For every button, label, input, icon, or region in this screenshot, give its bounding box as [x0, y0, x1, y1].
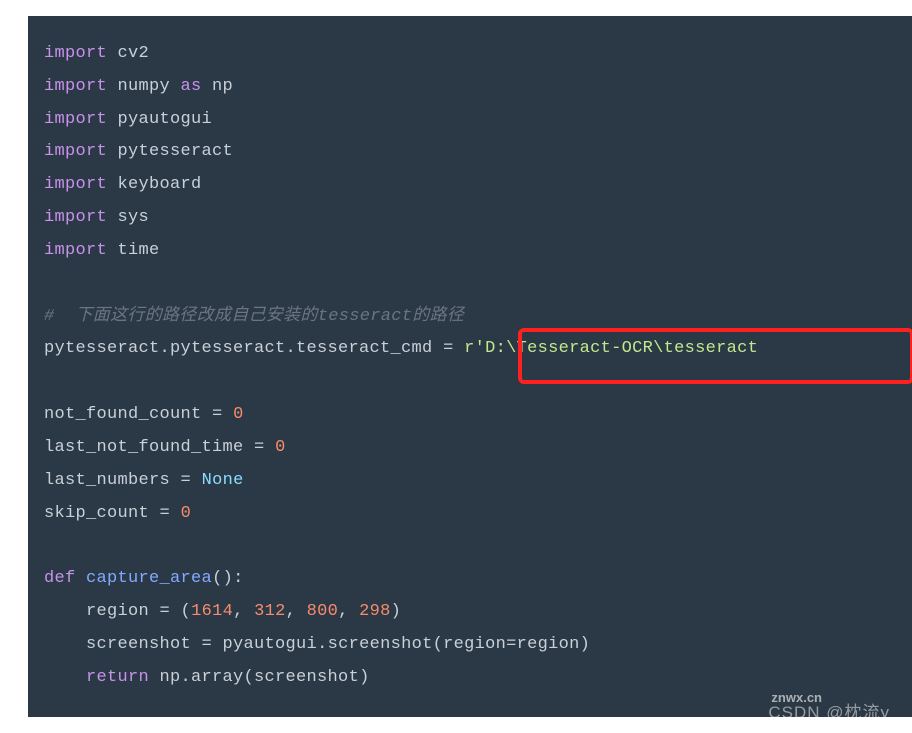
- code-line: # 下面这行的路径改成自己安装的tesseract的路径: [44, 301, 896, 334]
- string-prefix: r: [464, 339, 475, 358]
- module-name: numpy: [107, 77, 181, 96]
- code-line: last_numbers = None: [44, 465, 896, 498]
- comment-text: # 下面这行的路径改成自己安装的tesseract的路径: [44, 307, 464, 326]
- operator: =: [202, 635, 213, 654]
- operator: =: [181, 471, 192, 490]
- operator: =: [506, 635, 517, 654]
- keyword-import: import: [44, 44, 107, 63]
- constant-none: None: [202, 471, 244, 490]
- identifier: pytesseract.pytesseract.tesseract_cmd: [44, 339, 443, 358]
- code-line: not_found_count = 0: [44, 399, 896, 432]
- keyword-import: import: [44, 142, 107, 161]
- watermark-author: CSDN @枕流y: [768, 698, 890, 723]
- module-name: keyboard: [107, 175, 202, 194]
- code-line: region = (1614, 312, 800, 298): [44, 596, 896, 629]
- keyword-import: import: [44, 77, 107, 96]
- code-line: last_not_found_time = 0: [44, 432, 896, 465]
- number-literal: 0: [275, 438, 286, 457]
- code-line: import cv2: [44, 38, 896, 71]
- variable-name: region: [44, 602, 160, 621]
- keyword-import: import: [44, 208, 107, 227]
- variable-name: skip_count: [44, 504, 160, 523]
- keyword-import: import: [44, 175, 107, 194]
- operator: =: [254, 438, 265, 457]
- variable-name: last_not_found_time: [44, 438, 254, 457]
- module-name: cv2: [107, 44, 149, 63]
- variable-name: last_numbers: [44, 471, 181, 490]
- number-literal: 298: [359, 602, 391, 621]
- code-line: screenshot = pyautogui.screenshot(region…: [44, 629, 896, 662]
- number-literal: 0: [233, 405, 244, 424]
- module-name: time: [107, 241, 160, 260]
- code-line: pytesseract.pytesseract.tesseract_cmd = …: [44, 333, 896, 366]
- function-name: capture_area: [86, 569, 212, 588]
- number-literal: 312: [254, 602, 286, 621]
- keyword-import: import: [44, 110, 107, 129]
- blank-line: [44, 268, 896, 301]
- code-line: def capture_area():: [44, 563, 896, 596]
- blank-line: [44, 530, 896, 563]
- code-line: import keyboard: [44, 169, 896, 202]
- operator: =: [212, 405, 223, 424]
- alias-name: np: [202, 77, 234, 96]
- keyword-return: return: [86, 668, 149, 687]
- number-literal: 800: [307, 602, 339, 621]
- blank-line: [44, 366, 896, 399]
- keyword-def: def: [44, 569, 76, 588]
- variable-name: screenshot: [44, 635, 202, 654]
- variable-name: not_found_count: [44, 405, 212, 424]
- module-name: pyautogui: [107, 110, 212, 129]
- operator: =: [443, 339, 454, 358]
- keyword-import: import: [44, 241, 107, 260]
- code-line: import numpy as np: [44, 71, 896, 104]
- code-line: skip_count = 0: [44, 498, 896, 531]
- module-name: sys: [107, 208, 149, 227]
- module-name: pytesseract: [107, 142, 233, 161]
- parentheses: ():: [212, 569, 244, 588]
- code-line: import pyautogui: [44, 104, 896, 137]
- number-literal: 0: [181, 504, 192, 523]
- keyword-as: as: [181, 77, 202, 96]
- operator: =: [160, 504, 171, 523]
- code-line: import time: [44, 235, 896, 268]
- operator: =: [160, 602, 171, 621]
- code-block: import cv2 import numpy as np import pya…: [28, 16, 912, 717]
- code-line: import sys: [44, 202, 896, 235]
- number-literal: 1614: [191, 602, 233, 621]
- code-line: import pytesseract: [44, 136, 896, 169]
- string-literal: 'D:\Tesseract-OCR\tesseract: [475, 339, 759, 358]
- code-line: return np.array(screenshot): [44, 662, 896, 695]
